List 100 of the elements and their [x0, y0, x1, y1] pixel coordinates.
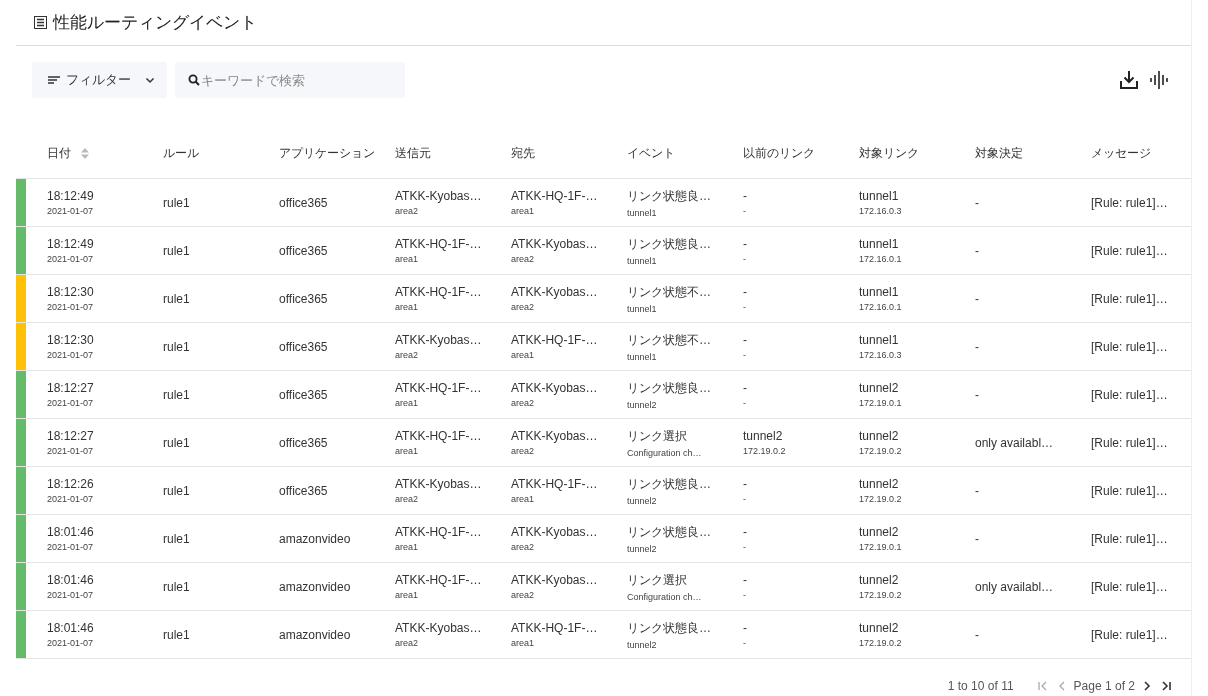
cell-text: amazonvideo [279, 627, 352, 642]
cell-subtext: area1 [511, 206, 536, 216]
cell-subtext: - [743, 542, 747, 552]
cell-text: ATKK-HQ-1F-… [395, 573, 483, 587]
cell-subtext: 172.19.0.2 [859, 638, 903, 648]
cell-subtext: tunnel2 [627, 639, 658, 650]
cell-text: rule1 [163, 435, 191, 450]
download-icon[interactable] [1119, 70, 1139, 90]
cell-text: - [743, 381, 748, 395]
cell-subtext: - [743, 590, 747, 600]
cell-subtext: 172.19.0.2 [743, 446, 787, 456]
cell-text: ATKK-Kyobas… [395, 621, 483, 635]
waveform-icon[interactable] [1149, 70, 1169, 90]
cell-text: ATKK-HQ-1F-… [395, 237, 483, 251]
cell-text: ATKK-HQ-1F-… [395, 285, 483, 299]
cell-subtext: - [743, 494, 747, 504]
cell-text: ATKK-HQ-1F-… [511, 621, 599, 635]
cell-text: - [743, 477, 748, 491]
cell-subtext: 172.16.0.1 [859, 302, 903, 312]
cell-text: ATKK-HQ-1F-… [511, 333, 599, 347]
cell-subtext: - [743, 254, 747, 264]
cell-subtext: 172.16.0.3 [859, 350, 903, 360]
cell-subtext: area2 [395, 206, 420, 216]
cell-subtext: 2021-01-07 [47, 206, 95, 216]
cell-subtext: tunnel2 [627, 399, 658, 410]
cell-text: リンク状態良… [627, 619, 712, 637]
cell-text: ATKK-Kyobas… [511, 285, 599, 299]
column-header: 以前のリンク [743, 144, 815, 162]
cell-text: - [743, 285, 748, 299]
cell-subtext: 2021-01-07 [47, 638, 95, 648]
column-header: メッセージ [1091, 144, 1151, 162]
cell-subtext: 172.19.0.1 [859, 542, 903, 552]
cell-text: tunnel2 [859, 429, 900, 443]
cell-subtext: tunnel2 [627, 543, 658, 554]
cell-subtext: tunnel1 [627, 207, 658, 218]
cell-text: リンク状態良… [627, 379, 712, 397]
cell-subtext: area1 [511, 494, 536, 504]
cell-subtext: area1 [395, 302, 420, 312]
cell-text: - [975, 195, 980, 210]
cell-text: ATKK-Kyobas… [511, 525, 599, 539]
cell-text: only availabl… [975, 435, 1055, 450]
cell-text: [Rule: rule1]… [1091, 243, 1169, 258]
cell-text: - [743, 621, 748, 635]
cell-text: ATKK-Kyobas… [395, 189, 483, 203]
next-page-button[interactable] [1141, 681, 1153, 691]
cell-text: ATKK-HQ-1F-… [511, 477, 599, 491]
cell-text: office365 [279, 483, 329, 498]
cell-text: office365 [279, 243, 329, 258]
cell-text: - [743, 189, 748, 203]
cell-text: 18:12:49 [47, 237, 95, 251]
cell-text: リンク状態良… [627, 475, 712, 493]
cell-text: - [975, 243, 980, 258]
cell-subtext: 172.19.0.2 [859, 446, 903, 456]
cell-text: ATKK-Kyobas… [395, 477, 483, 491]
cell-text: - [975, 339, 980, 354]
last-page-button[interactable] [1159, 681, 1173, 691]
cell-text: - [743, 237, 748, 251]
cell-text: - [975, 387, 980, 402]
cell-text: [Rule: rule1]… [1091, 579, 1169, 594]
cell-subtext: area2 [511, 302, 536, 312]
column-header[interactable]: 日付 [47, 144, 71, 162]
cell-subtext: 172.16.0.1 [859, 254, 903, 264]
cell-subtext: area2 [395, 638, 420, 648]
cell-text: rule1 [163, 387, 191, 402]
cell-text: office365 [279, 387, 329, 402]
cell-subtext: Configuration ch… [627, 591, 703, 602]
cell-text: - [743, 333, 748, 347]
search-field[interactable]: キーワードで検索 [175, 62, 405, 98]
cell-text: ATKK-Kyobas… [511, 429, 599, 443]
filter-lines-icon [48, 76, 60, 84]
cell-text: 18:12:27 [47, 429, 95, 443]
table-icon [34, 16, 47, 29]
cell-text: rule1 [163, 291, 191, 306]
cell-subtext: area1 [511, 638, 536, 648]
cell-text: amazonvideo [279, 531, 352, 546]
column-header: 宛先 [511, 144, 535, 162]
cell-text: rule1 [163, 339, 191, 354]
filter-button[interactable]: フィルター [32, 62, 167, 98]
column-header: イベント [627, 144, 675, 162]
cell-text: リンク状態良… [627, 523, 712, 541]
cell-text: 18:12:27 [47, 381, 95, 395]
cell-subtext: area2 [511, 254, 536, 264]
cell-subtext: area1 [395, 254, 420, 264]
cell-subtext: area1 [511, 350, 536, 360]
cell-text: office365 [279, 339, 329, 354]
cell-subtext: tunnel1 [627, 303, 658, 314]
cell-text: ATKK-Kyobas… [395, 333, 483, 347]
cell-text: 18:01:46 [47, 621, 95, 635]
cell-text: - [975, 483, 980, 498]
cell-subtext: - [743, 638, 747, 648]
cell-text: [Rule: rule1]… [1091, 435, 1169, 450]
cell-text: - [743, 573, 748, 587]
cell-text: ATKK-HQ-1F-… [395, 429, 483, 443]
cell-subtext: area2 [395, 350, 420, 360]
cell-subtext: - [743, 206, 747, 216]
cell-text: [Rule: rule1]… [1091, 387, 1169, 402]
column-header: アプリケーション [279, 144, 375, 162]
cell-text: - [975, 531, 980, 546]
cell-subtext: 2021-01-07 [47, 542, 95, 552]
cell-text: - [975, 291, 980, 306]
